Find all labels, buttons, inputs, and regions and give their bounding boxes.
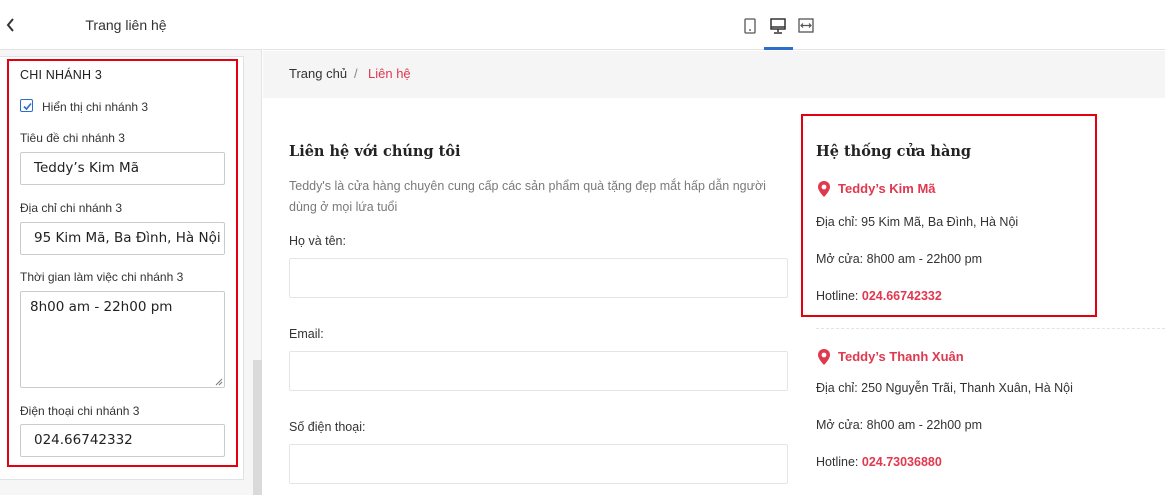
branch-divider: [816, 328, 1165, 329]
breadcrumb-current: Liên hệ: [368, 66, 411, 81]
active-device-indicator: [764, 47, 793, 50]
breadcrumb-separator: /: [354, 66, 358, 81]
map-pin-icon: [818, 349, 830, 365]
phone-input[interactable]: [289, 444, 788, 484]
sidebar-header: Trang liên hệ: [0, 0, 262, 50]
branch-2-hours: Mở cửa: 8h00 am - 22h00 pm: [816, 418, 982, 432]
contact-description: Teddy's là cửa hàng chuyên cung cấp các …: [289, 179, 766, 214]
name-input[interactable]: [289, 258, 788, 298]
mobile-icon[interactable]: [736, 14, 764, 42]
desktop-icon[interactable]: [764, 14, 792, 42]
highlight-box-preview: [801, 114, 1097, 317]
name-label: Họ và tên:: [289, 234, 346, 248]
contact-heading: Liên hệ với chúng tôi: [289, 143, 461, 160]
highlight-box-settings: [7, 59, 238, 467]
breadcrumb-home[interactable]: Trang chủ: [289, 66, 347, 81]
branch-2-hotline-number[interactable]: 024.73036880: [862, 455, 942, 469]
sidebar-scrollbar[interactable]: [253, 360, 262, 495]
branch-2-name[interactable]: Teddy’s Thanh Xuân: [838, 349, 964, 364]
branch-2-address: Địa chỉ: 250 Nguyễn Trãi, Thanh Xuân, Hà…: [816, 381, 1073, 395]
preview-toolbar: [263, 0, 1165, 50]
fullwidth-icon[interactable]: [792, 14, 820, 42]
branch-2-hotline: Hotline: 024.73036880: [816, 455, 942, 469]
email-input[interactable]: [289, 351, 788, 391]
phone-label: Số điện thoại:: [289, 420, 366, 434]
email-label: Email:: [289, 327, 324, 341]
sidebar-title: Trang liên hệ: [85, 17, 167, 33]
